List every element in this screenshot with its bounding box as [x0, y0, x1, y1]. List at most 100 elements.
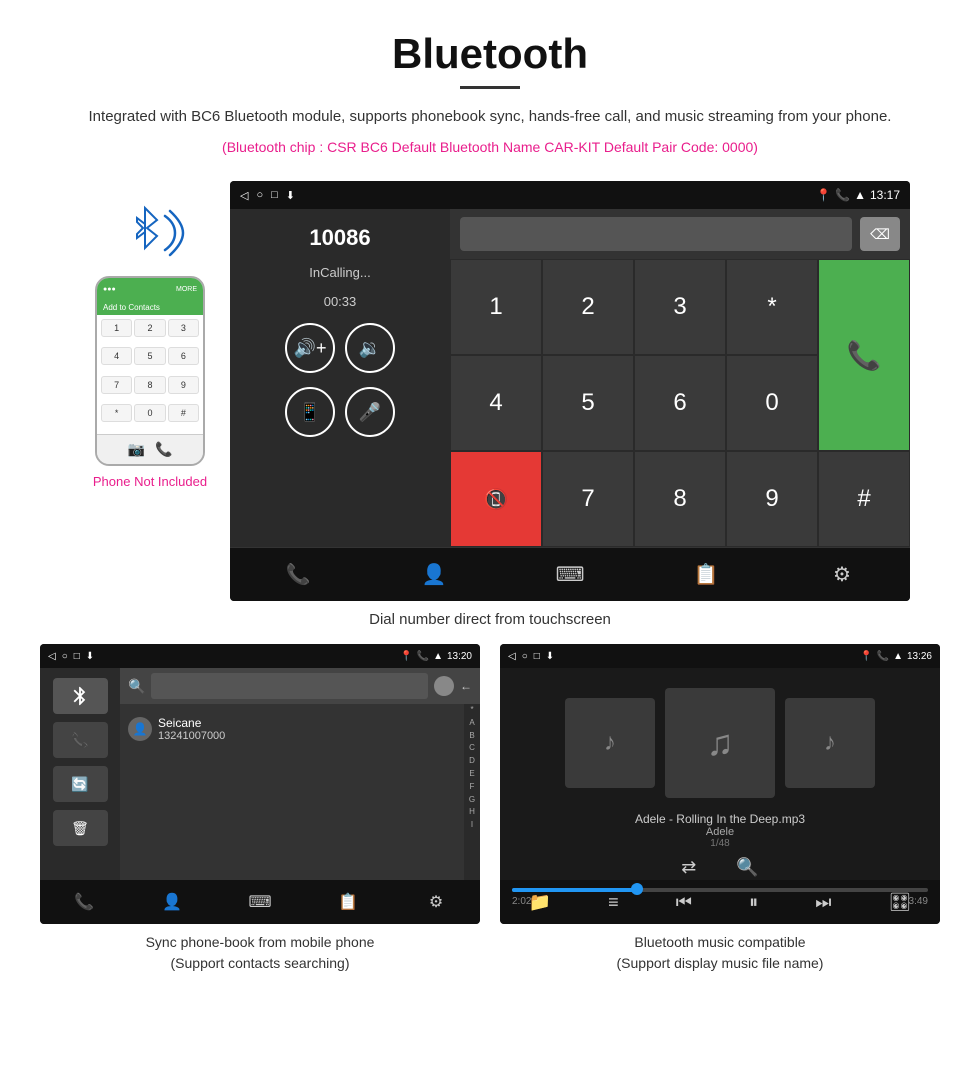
numpad-clear-button[interactable]: ⌫ [860, 217, 900, 251]
contact-info: Seicane 13241007000 [158, 716, 225, 742]
phonebook-item: ◁ ○ □ ⬇ 📍 📞 ▲ 13:20 [40, 644, 480, 974]
pb-alpha-i[interactable]: I [464, 819, 480, 832]
pb-contacts-btn[interactable]: 👤 [152, 882, 192, 922]
music-back-icon: ◁ [508, 651, 516, 662]
music-recents-icon: □ [534, 651, 540, 662]
pb-sync-btn[interactable]: 🔄 [53, 766, 108, 802]
key-call-accept[interactable]: 📞 [818, 259, 910, 451]
pb-alpha-c[interactable]: C [464, 742, 480, 755]
key-3[interactable]: 3 [634, 259, 726, 355]
folder-btn[interactable]: 📁 [529, 892, 551, 913]
key-8[interactable]: 8 [634, 451, 726, 547]
music-location-icon: 📍 [860, 651, 872, 662]
music-track: 1/48 [504, 838, 936, 849]
key-1[interactable]: 1 [450, 259, 542, 355]
pb-search-input[interactable] [151, 673, 428, 699]
music-content: ♪ ♫ ♪ Adele - Rolling In the Deep. [500, 668, 940, 880]
pb-delete-btn[interactable]: 🗑 [53, 810, 108, 846]
recents-nav-icon: □ [271, 189, 278, 201]
page-header: Bluetooth Integrated with BC6 Bluetooth … [0, 0, 980, 181]
transfer-btn[interactable]: 📋 [686, 555, 726, 595]
dialpad-btn[interactable]: ⌨ [550, 555, 590, 595]
pb-back-icon: ◁ [48, 651, 56, 662]
music-progress: 2:02 3:49 [500, 882, 940, 913]
pb-alpha-e[interactable]: E [464, 768, 480, 781]
pb-recents-btn[interactable]: 📞 [64, 882, 104, 922]
pb-alpha-a[interactable]: * [464, 704, 480, 717]
pb-back-arrow[interactable]: ← [460, 679, 472, 693]
pb-search-icon: 🔍 [128, 678, 145, 695]
page-description: Integrated with BC6 Bluetooth module, su… [20, 105, 960, 129]
play-pause-btn[interactable]: ⏸ [749, 892, 758, 913]
key-2[interactable]: 2 [542, 259, 634, 355]
music-caption-line2: (Support display music file name) [617, 955, 824, 971]
key-7[interactable]: 7 [542, 451, 634, 547]
album-art-right: ♪ [785, 698, 875, 788]
pb-caption-line2: (Support contacts searching) [171, 955, 350, 971]
pb-list-area: 👤 Seicane 13241007000 * A B C [120, 704, 480, 880]
pb-avatar-dot [434, 676, 454, 696]
key-6[interactable]: 6 [634, 355, 726, 451]
numpad-input-box[interactable] [460, 217, 852, 251]
transfer-call-button[interactable]: 📱 [285, 387, 335, 437]
shuffle-icon[interactable]: ⇄ [681, 857, 696, 878]
pb-alpha-a[interactable]: A [464, 717, 480, 730]
pb-alpha-g[interactable]: G [464, 794, 480, 807]
pb-bluetooth-btn[interactable] [53, 678, 108, 714]
pb-home-icon: ○ [62, 651, 68, 662]
music-title: Adele - Rolling In the Deep.mp3 [504, 812, 936, 826]
music-phone-icon: 📞 [877, 651, 889, 662]
search-music-icon[interactable]: 🔍 [736, 857, 758, 878]
pb-contact-list: 👤 Seicane 13241007000 [120, 704, 464, 880]
pb-alpha-h[interactable]: H [464, 806, 480, 819]
call-status-icon: 📞 [835, 188, 850, 202]
pb-alphabet-list: * A B C D E F G H I [464, 704, 480, 880]
list-item[interactable]: 👤 Seicane 13241007000 [128, 712, 456, 746]
music-screen: ◁ ○ □ ⬇ 📍 📞 ▲ 13:26 ♪ [500, 644, 940, 924]
phone-top-bar: ●●● MORE [97, 278, 203, 300]
back-nav-icon: ◁ [240, 189, 248, 202]
pb-phone-icon: 📞 [417, 651, 429, 662]
phonebook-caption: Sync phone-book from mobile phone (Suppo… [40, 932, 480, 974]
key-0[interactable]: 0 [726, 355, 818, 451]
music-home-icon: ○ [522, 651, 528, 662]
playlist-btn[interactable]: ≡ [608, 892, 619, 913]
phonebook-screen: ◁ ○ □ ⬇ 📍 📞 ▲ 13:20 [40, 644, 480, 924]
numpad-input-row: ⌫ [450, 209, 910, 259]
volume-up-button[interactable]: 🔊+ [285, 323, 335, 373]
pb-alpha-f[interactable]: F [464, 781, 480, 794]
key-star[interactable]: * [726, 259, 818, 355]
next-btn[interactable]: ⏭ [815, 892, 831, 913]
key-call-end[interactable]: 📵 [450, 451, 542, 547]
numpad-area: ⌫ 1 2 3 * 📞 4 5 6 0 📵 [450, 209, 910, 547]
screen-status-bar: ◁ ○ □ ⬇ 📍 📞 ▲ 13:17 [230, 181, 910, 209]
progress-bar[interactable] [512, 888, 928, 892]
pb-settings-btn[interactable]: ⚙ [416, 882, 456, 922]
key-4[interactable]: 4 [450, 355, 542, 451]
key-hash[interactable]: # [818, 451, 910, 547]
contacts-btn[interactable]: 👤 [414, 555, 454, 595]
music-status-bar: ◁ ○ □ ⬇ 📍 📞 ▲ 13:26 [500, 644, 940, 668]
pb-alpha-d[interactable]: D [464, 755, 480, 768]
prev-btn[interactable]: ⏮ [676, 892, 692, 913]
call-timer: 00:33 [324, 294, 357, 309]
mute-button[interactable]: 🎤 [345, 387, 395, 437]
phone-screen: 123 456 789 *0# [97, 315, 203, 434]
call-number: 10086 [309, 225, 370, 251]
key-5[interactable]: 5 [542, 355, 634, 451]
settings-btn[interactable]: ⚙ [822, 555, 862, 595]
pb-dialpad-btn[interactable]: ⌨ [240, 882, 280, 922]
volume-down-button[interactable]: 🔉 [345, 323, 395, 373]
recents-btn[interactable]: 📞 [278, 555, 318, 595]
phone-side: ●●● MORE Add to Contacts 123 456 789 *0#… [70, 181, 230, 489]
eq-btn[interactable]: 🎛 [889, 892, 912, 913]
pb-transfer-btn[interactable]: 📋 [328, 882, 368, 922]
download-icon: ⬇ [286, 189, 295, 202]
music-item: ◁ ○ □ ⬇ 📍 📞 ▲ 13:26 ♪ [500, 644, 940, 974]
screen-bottom-bar: 📞 👤 ⌨ 📋 ⚙ [230, 547, 910, 601]
key-9[interactable]: 9 [726, 451, 818, 547]
pb-alpha-b[interactable]: B [464, 730, 480, 743]
phone-not-included-label: Phone Not Included [93, 474, 207, 489]
music-caption-line1: Bluetooth music compatible [634, 934, 805, 950]
pb-phone-btn[interactable]: 📞 [53, 722, 108, 758]
